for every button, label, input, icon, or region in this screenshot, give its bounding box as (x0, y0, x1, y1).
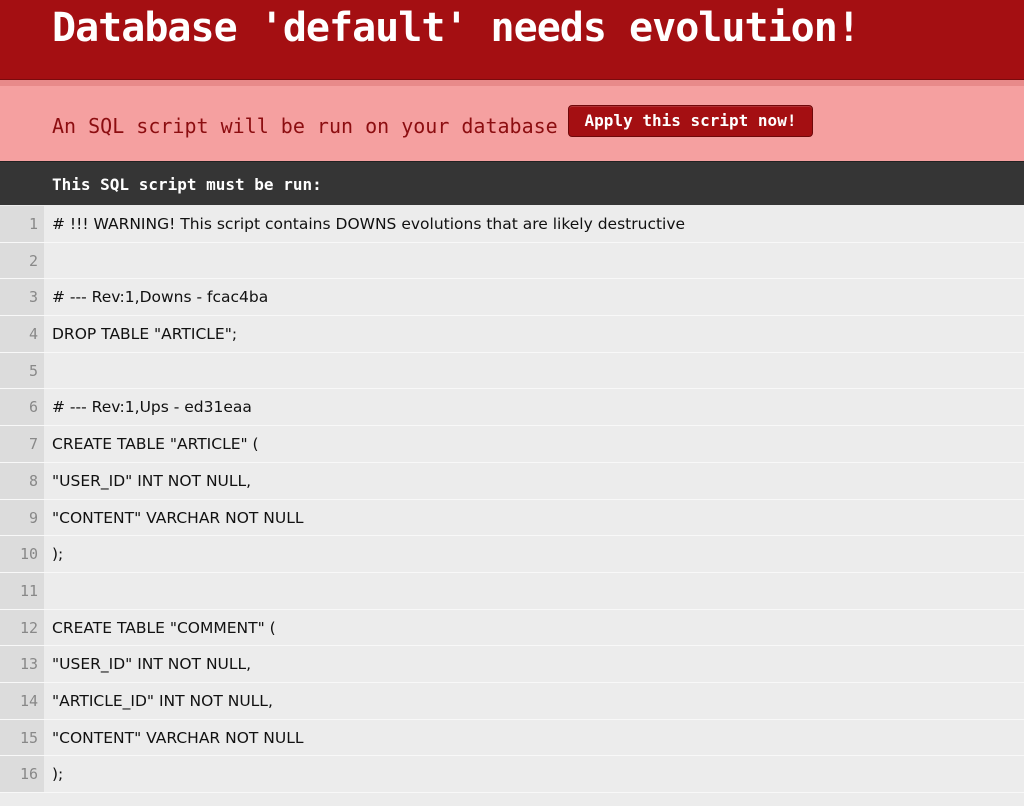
line-code: "CONTENT" VARCHAR NOT NULL (52, 508, 304, 527)
line-number: 9 (0, 499, 44, 536)
line-number: 16 (0, 756, 44, 792)
line-number: 7 (0, 426, 44, 462)
script-header-bar: This SQL script must be run: (0, 161, 1024, 205)
page-title: Database 'default' needs evolution! (52, 5, 861, 51)
line-code: # --- Rev:1,Ups - ed31eaa (52, 398, 252, 417)
line-code: "CONTENT" VARCHAR NOT NULL (52, 728, 304, 747)
script-line: 13 "USER_ID" INT NOT NULL, (0, 646, 1024, 683)
script-header-label: This SQL script must be run: (52, 175, 322, 194)
script-line: 8 "USER_ID" INT NOT NULL, (0, 462, 1024, 500)
line-number: 13 (0, 646, 44, 682)
line-code: "USER_ID" INT NOT NULL, (52, 471, 252, 490)
line-number: 3 (0, 279, 44, 316)
script-line: 10); (0, 536, 1024, 573)
line-number: 5 (0, 352, 44, 389)
script-line: 12 CREATE TABLE "COMMENT" ( (0, 609, 1024, 647)
script-line: 11 (0, 572, 1024, 610)
line-number: 15 (0, 719, 44, 756)
line-code: "USER_ID" INT NOT NULL, (52, 655, 252, 674)
notice-text: An SQL script will be run on your databa… (52, 114, 582, 138)
script-line: 4 DROP TABLE "ARTICLE"; (0, 316, 1024, 353)
line-number: 2 (0, 242, 44, 279)
script-line: 2 (0, 242, 1024, 280)
line-number: 12 (0, 609, 44, 646)
evolution-notice: An SQL script will be run on your databa… (0, 80, 1024, 161)
apply-script-button[interactable]: Apply this script now! (568, 105, 813, 137)
line-number: 1 (0, 206, 44, 242)
line-number: 6 (0, 389, 44, 426)
sql-script-listing: 1 # !!! WARNING! This script contains DOW… (0, 206, 1024, 793)
script-line: 1 # !!! WARNING! This script contains DOW… (0, 206, 1024, 243)
page-header: Database 'default' needs evolution! (0, 0, 1024, 80)
script-line: 16); (0, 756, 1024, 793)
line-code: # !!! WARNING! This script contains DOWN… (52, 215, 686, 233)
script-line: 7 CREATE TABLE "ARTICLE" ( (0, 426, 1024, 463)
script-line: 14 "ARTICLE_ID" INT NOT NULL, (0, 682, 1024, 720)
script-line: 6 # --- Rev:1,Ups - ed31eaa (0, 389, 1024, 427)
script-line: 15 "CONTENT" VARCHAR NOT NULL (0, 719, 1024, 757)
line-code: CREATE TABLE "COMMENT" ( (52, 618, 276, 637)
line-number: 8 (0, 462, 44, 499)
line-code: DROP TABLE "ARTICLE"; (52, 325, 238, 344)
line-code: CREATE TABLE "ARTICLE" ( (52, 435, 259, 454)
line-number: 4 (0, 316, 44, 352)
line-code: ); (52, 545, 64, 564)
line-code: ); (52, 765, 64, 784)
line-number: 11 (0, 572, 44, 609)
script-line: 9 "CONTENT" VARCHAR NOT NULL (0, 499, 1024, 537)
line-number: 10 (0, 536, 44, 572)
line-code: # --- Rev:1,Downs - fcac4ba (52, 288, 269, 307)
line-number: 14 (0, 682, 44, 719)
line-code: "ARTICLE_ID" INT NOT NULL, (52, 691, 273, 710)
script-line: 3 # --- Rev:1,Downs - fcac4ba (0, 279, 1024, 317)
script-line: 5 (0, 352, 1024, 390)
